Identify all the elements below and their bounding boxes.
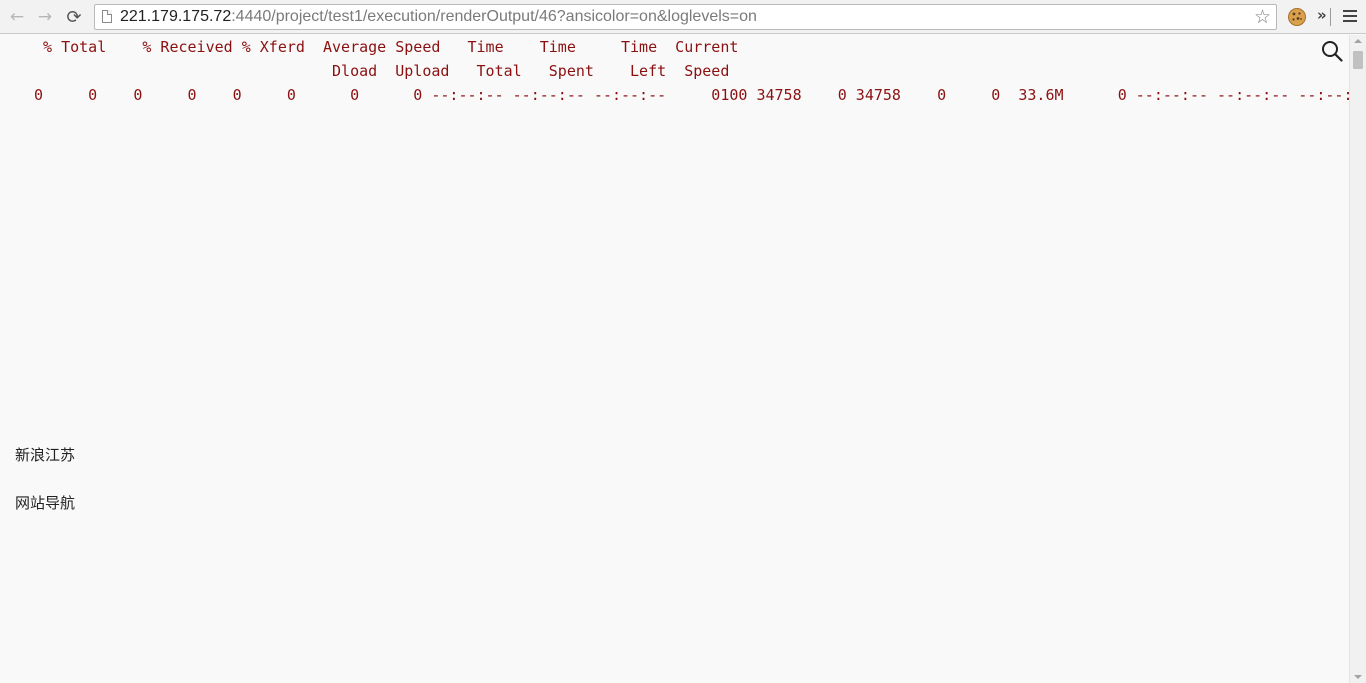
url-path: :4440/project/test1/execution/renderOutp… — [231, 8, 757, 25]
bookmark-star-icon[interactable]: ☆ — [1254, 6, 1271, 28]
browser-menu-icon[interactable] — [1343, 9, 1357, 23]
url-text[interactable]: 221.179.175.72:4440/project/test1/execut… — [120, 8, 757, 26]
back-button[interactable]: ← — [4, 4, 30, 30]
url-host: 221.179.175.72 — [120, 8, 232, 25]
reload-button[interactable]: ⟳ — [61, 4, 87, 30]
scroll-thumb[interactable] — [1353, 51, 1363, 69]
back-arrow-icon: ← — [9, 7, 25, 27]
cookie-extension-icon[interactable] — [1287, 7, 1307, 27]
address-bar[interactable]: 221.179.175.72:4440/project/test1/execut… — [94, 4, 1277, 30]
terminal-line-progress: 0 0 0 0 0 0 0 0 --:--:-- --:--:-- --:--:… — [34, 86, 1349, 104]
vertical-scrollbar[interactable] — [1349, 35, 1366, 683]
extensions-overflow-chevron-icon[interactable]: » — [1317, 6, 1327, 24]
forward-button[interactable]: → — [32, 4, 58, 30]
terminal-line-header-2: Dload Upload Total Spent Left Speed — [34, 62, 730, 80]
page-text-sina-jiangsu: 新浪江苏 — [15, 446, 76, 464]
reload-icon: ⟳ — [66, 6, 82, 28]
scroll-up-arrow-icon[interactable] — [1354, 39, 1362, 43]
forward-arrow-icon: → — [37, 7, 53, 27]
page-icon — [102, 10, 112, 23]
search-icon[interactable] — [1321, 40, 1343, 62]
browser-toolbar: ← → ⟳ 221.179.175.72:4440/project/test1/… — [0, 0, 1366, 34]
terminal-line-header-1: % Total % Received % Xferd Average Speed… — [34, 38, 739, 56]
page-content: % Total % Received % Xferd Average Speed… — [0, 35, 1349, 683]
toolbar-divider — [1330, 8, 1331, 26]
scroll-down-arrow-icon[interactable] — [1354, 675, 1362, 679]
page-text-site-navigation: 网站导航 — [15, 494, 76, 512]
